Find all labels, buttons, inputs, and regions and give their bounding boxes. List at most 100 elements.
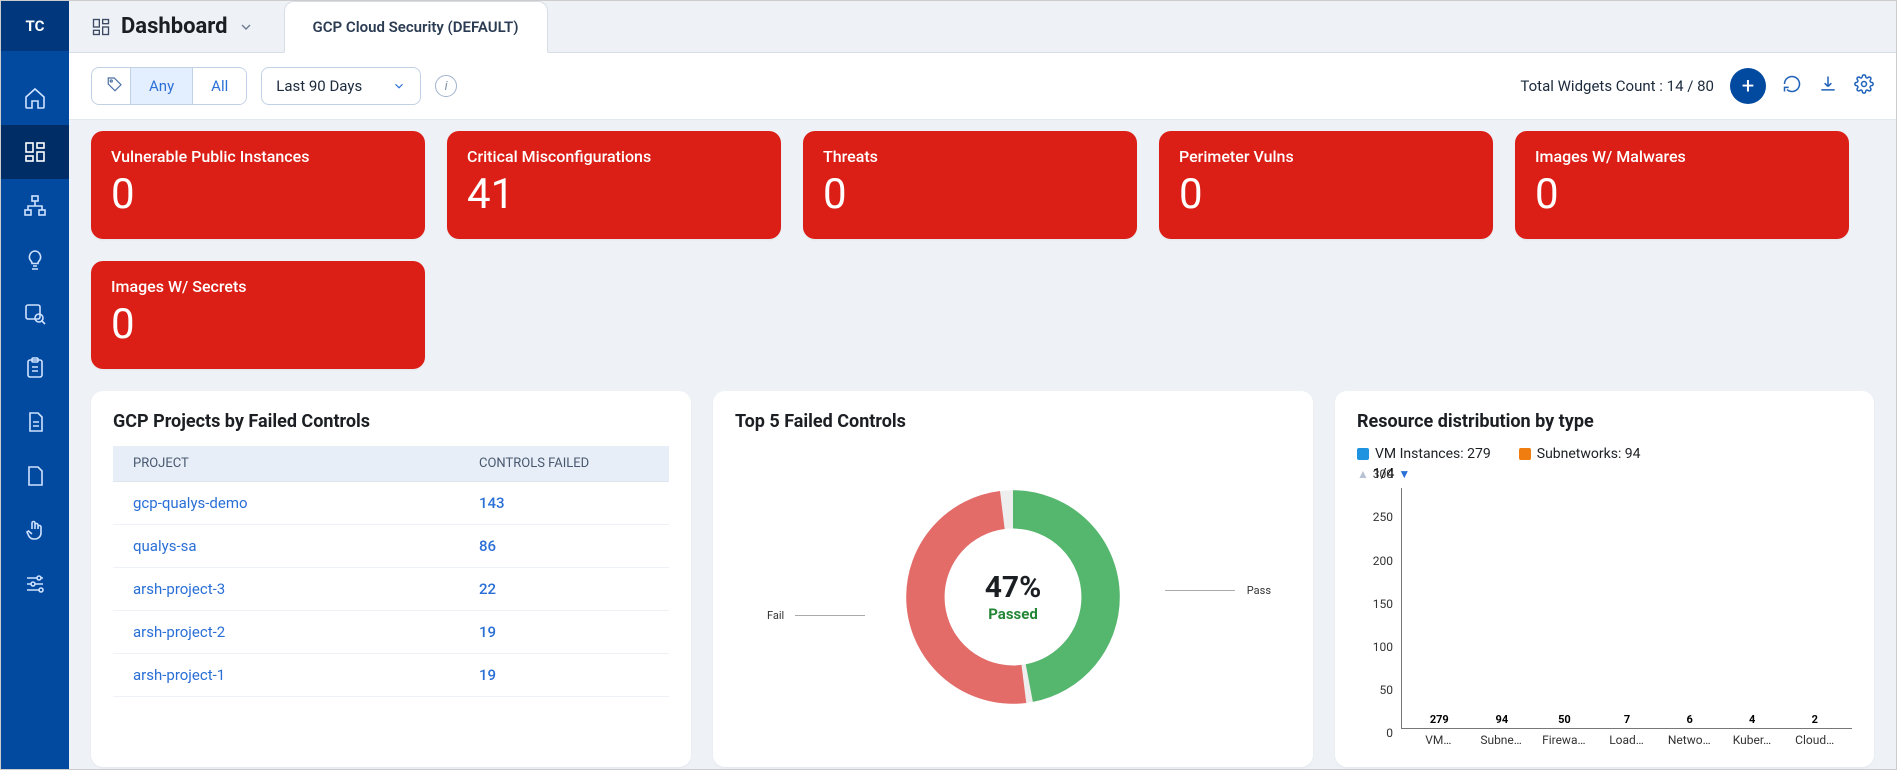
x-tick: VM… [1407,733,1470,747]
add-widget-button[interactable]: + [1730,68,1766,104]
document-icon [23,410,47,434]
home-icon [23,86,47,110]
download-icon [1818,74,1838,94]
project-link[interactable]: gcp-qualys-demo [133,494,479,512]
kpi-images-secrets[interactable]: Images W/ Secrets 0 [91,261,425,369]
nav-dashboard[interactable] [1,125,69,179]
bar-value: 6 [1686,713,1692,726]
kpi-threats[interactable]: Threats 0 [803,131,1137,239]
tab-gcp-cloud-security[interactable]: GCP Cloud Security (DEFAULT) [284,1,548,53]
kpi-value: 41 [467,170,761,220]
kpi-label: Vulnerable Public Instances [111,147,405,166]
table-row: arsh-project-3 22 [113,568,669,611]
project-link[interactable]: arsh-project-2 [133,623,479,641]
kpi-perimeter-vulns[interactable]: Perimeter Vulns 0 [1159,131,1493,239]
nav-filters[interactable] [1,557,69,611]
nav-topology[interactable] [1,179,69,233]
donut-leader-line [1165,590,1235,591]
donut-title: Top 5 Failed Controls [735,411,1291,432]
nav-touch[interactable] [1,503,69,557]
sliders-icon [23,572,47,596]
x-tick: Netwo… [1658,733,1721,747]
filter-all[interactable]: All [192,68,246,104]
bar-value: 7 [1624,713,1630,726]
time-range-value: Last 90 Days [276,77,362,95]
table-row: gcp-qualys-demo 143 [113,482,669,525]
bar-cloud[interactable]: 2 [1783,713,1846,728]
kpi-label: Images W/ Malwares [1535,147,1829,166]
donut-wrap: Pass Fail 47% Passed [735,446,1291,747]
dashboard-icon [23,140,47,164]
y-tick: 300 [1373,467,1393,481]
controls-link[interactable]: 86 [479,537,649,555]
kpi-label: Images W/ Secrets [111,277,405,296]
kpi-value: 0 [823,170,1117,220]
refresh-icon [1782,74,1802,94]
controls-link[interactable]: 22 [479,580,649,598]
legend-vm-instances[interactable]: VM Instances: 279 [1357,446,1491,462]
dashboard-title-group[interactable]: Dashboard [91,14,254,39]
bar-vm[interactable]: 279 [1408,713,1471,728]
project-link[interactable]: qualys-sa [133,537,479,555]
brand-logo[interactable]: TC [1,1,69,51]
kpi-images-malwares[interactable]: Images W/ Malwares 0 [1515,131,1849,239]
page-icon [23,464,47,488]
bar-firewall[interactable]: 50 [1533,713,1596,728]
kpi-vulnerable-instances[interactable]: Vulnerable Public Instances 0 [91,131,425,239]
y-tick: 0 [1386,726,1393,740]
page-title: Dashboard [121,14,228,39]
kpi-label: Critical Misconfigurations [467,147,761,166]
widgets-count: Total Widgets Count : 14 / 80 [1520,77,1714,95]
table-row: arsh-project-1 19 [113,654,669,697]
project-link[interactable]: arsh-project-3 [133,580,479,598]
prev-page-button[interactable]: ▲ [1357,467,1369,481]
download-button[interactable] [1818,74,1838,98]
settings-button[interactable] [1854,74,1874,98]
controls-link[interactable]: 19 [479,666,649,684]
legend-label: VM Instances: 279 [1375,446,1491,462]
legend-label: Subnetworks: 94 [1537,446,1641,462]
bar-subnet[interactable]: 94 [1471,713,1534,728]
bar-value: 94 [1496,713,1509,726]
nav-page[interactable] [1,449,69,503]
next-page-button[interactable]: ▼ [1398,467,1410,481]
nav-document[interactable] [1,395,69,449]
x-axis: VM… Subne… Firewa… Load… Netwo… Kuber… C… [1401,729,1852,747]
bar-legend: VM Instances: 279 Subnetworks: 94 [1357,446,1852,462]
donut-leader-line [795,615,865,616]
project-link[interactable]: arsh-project-1 [133,666,479,684]
y-tick: 150 [1373,597,1393,611]
controls-link[interactable]: 19 [479,623,649,641]
legend-subnetworks[interactable]: Subnetworks: 94 [1519,446,1641,462]
kpi-critical-misconfig[interactable]: Critical Misconfigurations 41 [447,131,781,239]
col-project: PROJECT [133,456,479,471]
x-tick: Load… [1595,733,1658,747]
nav-reports[interactable] [1,341,69,395]
clipboard-icon [23,356,47,380]
col-controls: CONTROLS FAILED [479,456,649,471]
kpi-value: 0 [111,300,405,350]
nav-scan[interactable] [1,287,69,341]
time-range-dropdown[interactable]: Last 90 Days [261,67,421,105]
header: Dashboard GCP Cloud Security (DEFAULT) [69,1,1896,53]
nav-insights[interactable] [1,233,69,287]
dashboard-icon [91,17,111,37]
donut-chart: 47% Passed [898,482,1128,712]
chevron-down-icon [392,79,406,93]
controls-link[interactable]: 143 [479,494,649,512]
kpi-label: Perimeter Vulns [1179,147,1473,166]
bar-kubernetes[interactable]: 4 [1721,713,1784,728]
bar-card: Resource distribution by type VM Instanc… [1335,391,1874,767]
bar-network[interactable]: 6 [1658,713,1721,728]
swatch-icon [1519,448,1531,460]
y-tick: 100 [1373,640,1393,654]
filter-any[interactable]: Any [130,68,192,104]
chevron-down-icon [238,19,254,35]
nav-home[interactable] [1,71,69,125]
refresh-button[interactable] [1782,74,1802,98]
bar-load[interactable]: 7 [1596,713,1659,728]
content: Vulnerable Public Instances 0 Critical M… [69,121,1896,769]
info-icon[interactable]: i [435,75,457,97]
filter-pill-group: Any All [91,67,247,105]
kpi-value: 0 [1535,170,1829,220]
